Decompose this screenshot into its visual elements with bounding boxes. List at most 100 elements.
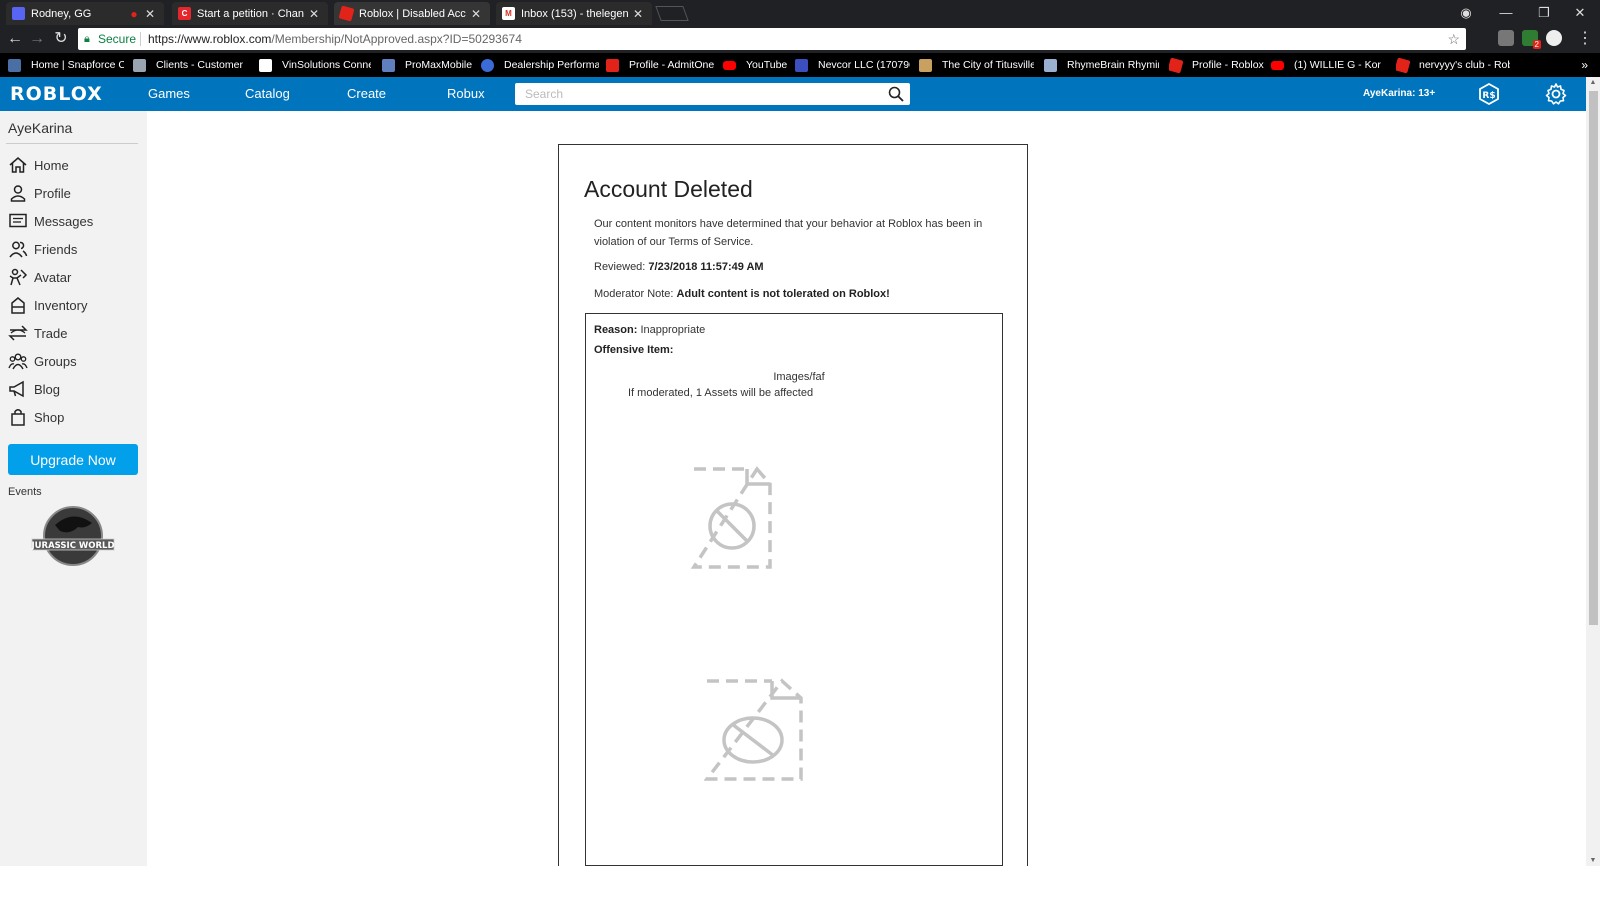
reviewed-row: Reviewed: 7/23/2018 11:57:49 AM bbox=[594, 261, 764, 273]
sidebar-item-home[interactable]: Home bbox=[8, 152, 140, 178]
tab-label: Roblox | Disabled Accoun bbox=[359, 7, 466, 20]
tab-label: Inbox (153) - thelegenda bbox=[521, 7, 628, 20]
nav-catalog[interactable]: Catalog bbox=[245, 77, 290, 111]
bookmark-label: Clients - Customer bbox=[156, 59, 243, 71]
browser-tab-0[interactable]: Rodney, GG ● ✕ bbox=[6, 2, 164, 25]
sidebar-item-label: Shop bbox=[34, 409, 65, 425]
bookmark-0[interactable]: Home | Snapforce C bbox=[8, 53, 124, 77]
offensive-item-label: Offensive Item: bbox=[594, 344, 674, 356]
bookmark-favicon-icon bbox=[1044, 58, 1057, 72]
tab-close-icon[interactable]: ✕ bbox=[470, 7, 482, 21]
user-age-label[interactable]: AyeKarina: 13+ bbox=[1363, 77, 1435, 111]
upgrade-now-button[interactable]: Upgrade Now bbox=[8, 444, 138, 475]
reload-icon[interactable]: ↻ bbox=[50, 28, 72, 50]
bookmark-1[interactable]: Clients - Customer bbox=[133, 53, 245, 77]
bookmark-8[interactable]: The City of Titusville bbox=[919, 53, 1034, 77]
bookmark-3[interactable]: ProMaxMobile bbox=[382, 53, 478, 77]
recording-dot-icon: ● bbox=[130, 6, 138, 21]
bookmark-label: Home | Snapforce C bbox=[31, 59, 124, 71]
bookmark-10[interactable]: Profile - Roblox bbox=[1169, 53, 1265, 77]
bookmark-2[interactable]: VinSolutions Conne bbox=[259, 53, 371, 77]
extension-circle-icon[interactable] bbox=[1546, 30, 1562, 46]
address-bar[interactable]: 🔒︎ Secure https://www.roblox.com/Members… bbox=[78, 28, 1466, 50]
back-icon[interactable]: ← bbox=[4, 28, 26, 50]
bookmark-9[interactable]: RhymeBrain Rhymin bbox=[1044, 53, 1159, 77]
bookmark-label: VinSolutions Conne bbox=[282, 59, 371, 71]
sidebar-item-messages[interactable]: Messages bbox=[8, 208, 140, 234]
roblox-favicon-icon bbox=[1396, 57, 1411, 73]
sidebar-item-friends[interactable]: Friends bbox=[8, 236, 140, 262]
sidebar-item-profile[interactable]: Profile bbox=[8, 180, 140, 206]
account-icon[interactable]: ◉ bbox=[1446, 0, 1486, 25]
close-window-icon[interactable]: ✕ bbox=[1560, 0, 1600, 25]
restore-icon[interactable]: ❐ bbox=[1524, 0, 1564, 25]
bookmark-7[interactable]: Nevcor LLC (170796 bbox=[795, 53, 910, 77]
search-input[interactable] bbox=[515, 83, 875, 105]
sidebar-item-avatar[interactable]: Avatar bbox=[8, 264, 140, 290]
bookmark-favicon-icon bbox=[795, 58, 808, 72]
browser-tab-1[interactable]: C Start a petition · Change.o ✕ bbox=[172, 2, 328, 25]
nav-create[interactable]: Create bbox=[347, 77, 386, 111]
left-sidebar: AyeKarina Home Profile Messages Friends … bbox=[0, 111, 147, 866]
bookmark-11[interactable]: (1) WILLIE G - Kora bbox=[1271, 53, 1381, 77]
tab-close-icon[interactable]: ✕ bbox=[632, 7, 644, 21]
url-text[interactable]: https://www.roblox.com/Membership/NotApp… bbox=[148, 28, 522, 50]
sidebar-item-label: Avatar bbox=[34, 269, 72, 285]
sidebar-item-trade[interactable]: Trade bbox=[8, 320, 140, 346]
bookmark-favicon-icon bbox=[382, 58, 395, 72]
forward-icon[interactable]: → bbox=[26, 28, 48, 50]
bookmark-12[interactable]: nervyyy's club - Robl bbox=[1396, 53, 1510, 77]
bookmark-label: Profile - Roblox bbox=[1192, 59, 1264, 71]
bookmark-5[interactable]: Profile - AdmitOne bbox=[606, 53, 716, 77]
sidebar-item-label: Blog bbox=[34, 381, 61, 397]
browser-tab-3[interactable]: M Inbox (153) - thelegenda ✕ bbox=[496, 2, 652, 25]
bookmark-favicon-icon bbox=[259, 58, 272, 72]
bookmark-favicon-icon bbox=[919, 58, 932, 72]
moderator-note-value: Adult content is not tolerated on Roblox… bbox=[676, 288, 890, 300]
bookmark-star-icon[interactable]: ☆ bbox=[1447, 28, 1460, 50]
bookmark-favicon-icon bbox=[606, 58, 619, 72]
sidebar-username[interactable]: AyeKarina bbox=[8, 120, 72, 136]
extension-puzzle-icon[interactable]: 2 bbox=[1522, 30, 1541, 49]
settings-gear-icon[interactable] bbox=[1544, 82, 1568, 106]
secure-label: Secure bbox=[98, 32, 137, 46]
sidebar-item-groups[interactable]: Groups bbox=[8, 348, 140, 374]
offensive-item-row: Offensive Item: bbox=[594, 344, 673, 356]
new-tab-button[interactable] bbox=[655, 6, 689, 21]
bookmark-6[interactable]: YouTube bbox=[723, 53, 791, 77]
bookmark-4[interactable]: Dealership Performa bbox=[481, 53, 599, 77]
robux-icon[interactable]: R$ bbox=[1478, 83, 1500, 105]
youtube-icon bbox=[723, 60, 736, 70]
chrome-menu-icon[interactable]: ⋮ bbox=[1574, 28, 1596, 50]
youtube-icon bbox=[1271, 60, 1284, 70]
search-icon[interactable] bbox=[887, 85, 905, 103]
scroll-down-icon[interactable]: ▼ bbox=[1589, 857, 1597, 864]
roblox-logo[interactable]: ROBLOX bbox=[10, 83, 103, 105]
sidebar-item-blog[interactable]: Blog bbox=[8, 376, 140, 402]
nav-robux[interactable]: Robux bbox=[447, 77, 485, 111]
trade-icon bbox=[8, 325, 28, 341]
page-scrollbar[interactable]: ▲ ▼ bbox=[1586, 77, 1600, 866]
violation-message: Our content monitors have determined tha… bbox=[594, 218, 983, 248]
reason-value: Inappropriate bbox=[640, 324, 706, 336]
browser-tab-strip: Rodney, GG ● ✕ C Start a petition · Chan… bbox=[0, 0, 1600, 25]
tab-close-icon[interactable]: ✕ bbox=[144, 7, 156, 21]
browser-tab-2[interactable]: Roblox | Disabled Accoun ✕ bbox=[334, 2, 490, 25]
tab-close-icon[interactable]: ✕ bbox=[308, 7, 320, 21]
lock-icon: 🔒︎ bbox=[84, 33, 90, 45]
sidebar-item-inventory[interactable]: Inventory bbox=[8, 292, 140, 318]
blog-megaphone-icon bbox=[9, 380, 24, 398]
nav-games[interactable]: Games bbox=[148, 77, 190, 111]
sidebar-item-shop[interactable]: Shop bbox=[8, 404, 140, 430]
sidebar-item-label: Groups bbox=[34, 353, 77, 369]
reviewed-value: 7/23/2018 11:57:49 AM bbox=[648, 261, 764, 273]
extension-camera-icon[interactable] bbox=[1498, 30, 1514, 46]
roblox-favicon-icon bbox=[338, 5, 355, 22]
bookmarks-overflow-icon[interactable]: » bbox=[1581, 53, 1588, 77]
scroll-up-icon[interactable]: ▲ bbox=[1589, 79, 1597, 86]
bookmark-label: Dealership Performa bbox=[504, 59, 599, 71]
jurassic-world-event-logo[interactable]: JURASSIC WORLD bbox=[30, 505, 116, 567]
bookmark-label: ProMaxMobile bbox=[405, 59, 473, 71]
minimize-icon[interactable]: — bbox=[1486, 0, 1526, 25]
scrollbar-thumb[interactable] bbox=[1589, 91, 1598, 625]
